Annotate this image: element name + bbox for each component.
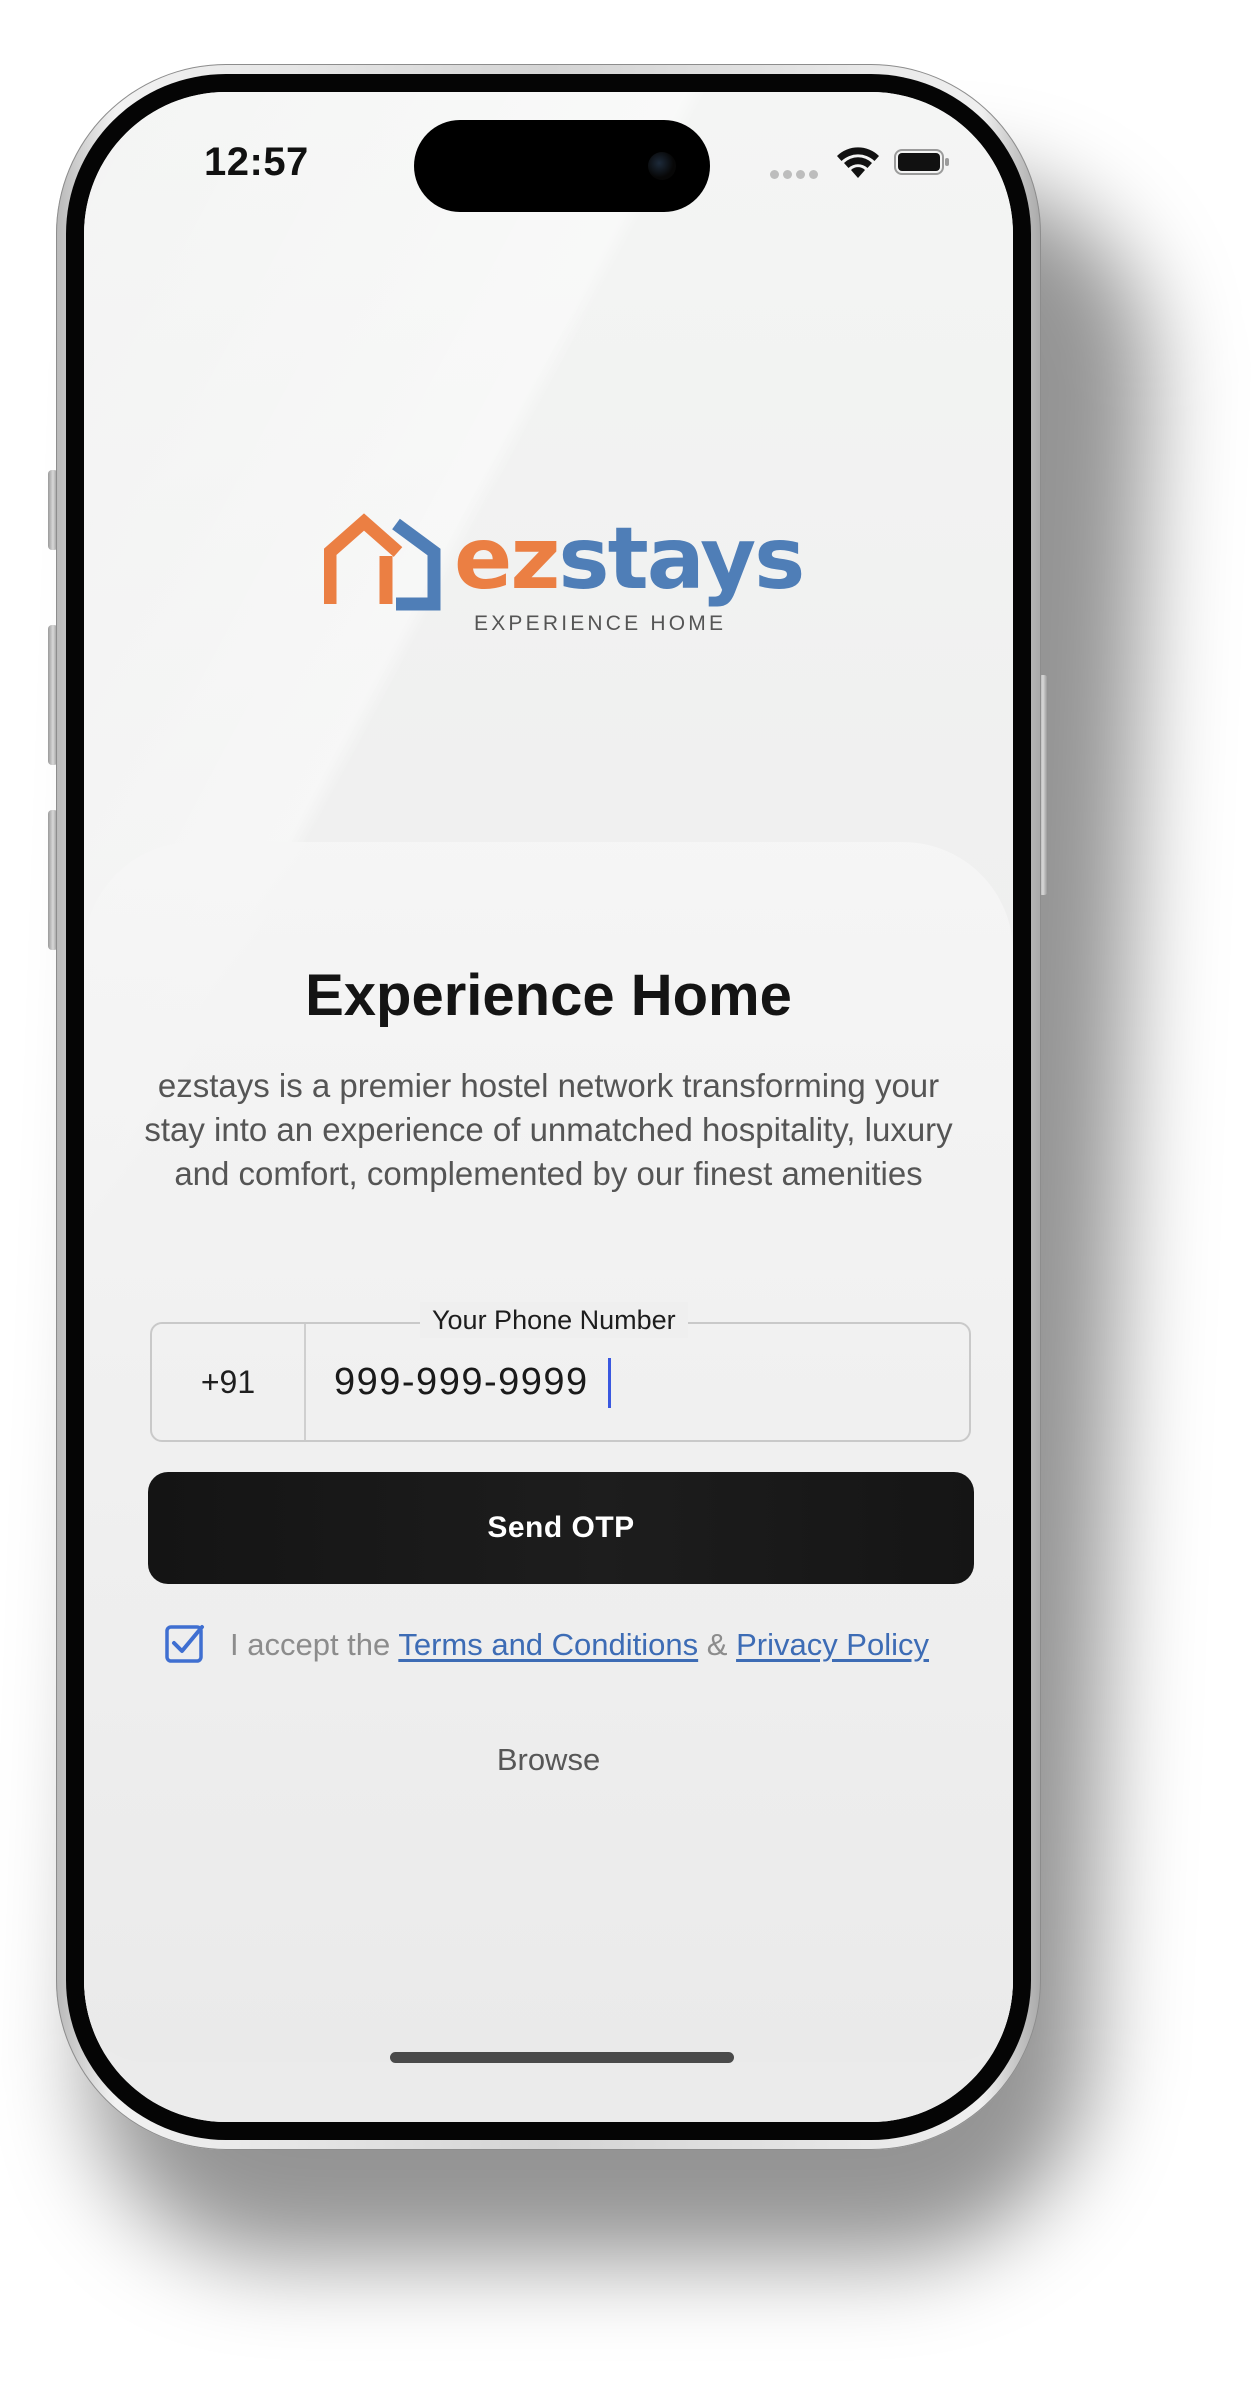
cellular-signal-icon xyxy=(770,166,826,179)
send-otp-button[interactable]: Send OTP xyxy=(148,1472,974,1584)
country-code-selector[interactable]: +91 xyxy=(152,1324,306,1440)
logo-wordmark-ez: ez xyxy=(454,509,560,609)
logo-wordmark-stays: stays xyxy=(558,509,805,609)
wifi-icon xyxy=(837,147,879,178)
home-indicator[interactable] xyxy=(390,2052,734,2063)
dynamic-island xyxy=(414,120,710,212)
page-description: ezstays is a premier hostel network tran… xyxy=(144,1067,953,1192)
logo-tagline: EXPERIENCE HOME xyxy=(474,612,727,635)
battery-icon xyxy=(894,149,949,175)
terms-separator: & xyxy=(698,1627,737,1662)
privacy-policy-link[interactable]: Privacy Policy xyxy=(736,1627,929,1662)
terms-and-conditions-link[interactable]: Terms and Conditions xyxy=(398,1627,698,1662)
terms-row: I accept the Terms and Conditions & Priv… xyxy=(164,1622,964,1672)
phone-screen: 12:57 ezstays EXPERIENCE HOME Experience… xyxy=(84,92,1013,2122)
logo-wordmark: ezstays xyxy=(454,516,805,602)
page-title: Experience Home xyxy=(305,963,792,1028)
checkbox-checked-icon[interactable] xyxy=(164,1622,206,1664)
terms-text: I accept the Terms and Conditions & Priv… xyxy=(230,1624,929,1666)
terms-prefix: I accept the xyxy=(230,1627,399,1662)
camera-icon xyxy=(648,152,676,180)
phone-number-field[interactable]: Your Phone Number +91 xyxy=(150,1302,971,1442)
status-time: 12:57 xyxy=(204,140,309,184)
text-cursor xyxy=(608,1358,611,1408)
browse-link[interactable]: Browse xyxy=(84,1742,1013,1778)
ezstays-logo: ezstays EXPERIENCE HOME xyxy=(324,512,805,642)
device-mockup: 12:57 ezstays EXPERIENCE HOME Experience… xyxy=(0,0,1251,2399)
phone-number-input[interactable] xyxy=(306,1324,966,1440)
